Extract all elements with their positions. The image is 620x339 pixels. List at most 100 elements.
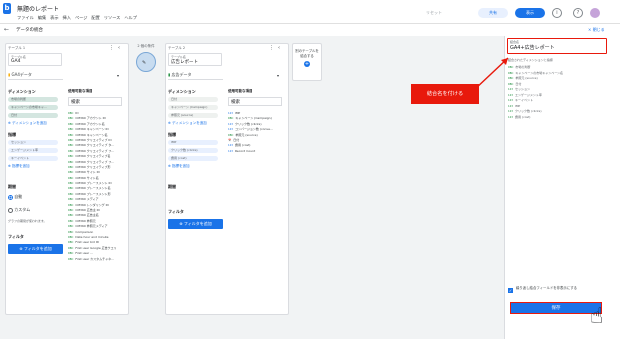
add-filter-label: フィルタを追加 [23, 246, 52, 251]
add-metric-link[interactable]: ⊕ 指標を追加 [8, 164, 30, 169]
share-button[interactable]: 共有 [478, 8, 508, 18]
add-metric-label: 指標を追加 [172, 164, 190, 168]
menu-insert[interactable]: 挿入 [63, 15, 71, 21]
table2-filter-title: フィルタ [168, 209, 184, 214]
save-button[interactable]: 保存 [510, 302, 602, 314]
menu-bar: ファイル 編集 表示 挿入 ページ 配置 リソース ヘルプ [17, 15, 137, 21]
menu-resource[interactable]: リソース [104, 15, 121, 21]
radio-on-icon [8, 194, 13, 200]
table1-metric-chip[interactable]: キーイベント [8, 156, 58, 161]
add-filter-label: フィルタを追加 [183, 221, 212, 226]
table1-metric-chip[interactable]: セッション [8, 140, 58, 145]
table1-field-list: RBC ID RBC CM360 アカウント ID RBC CM360 アカウント名 … [68, 111, 125, 262]
back-arrow-icon[interactable]: ← [4, 26, 9, 33]
auto-range-radio[interactable]: 自動 [8, 194, 22, 200]
close-button[interactable]: × 閉じる [588, 27, 605, 33]
chevron-down-icon[interactable]: ▾ [277, 73, 279, 78]
add-dimension-link[interactable]: ⊕ ディメンションを追加 [168, 121, 207, 126]
sheet-icon: ▮ [168, 72, 171, 77]
blend-field-list: RBC 市場の判断 RBC キャンペーンの市場キャンペーン名 RBC 参照元 (sou… [508, 65, 563, 120]
annotation-callout: 結合名を付ける [411, 84, 479, 104]
add-dimension-label: ディメンションを追加 [12, 121, 47, 125]
range-note: グラフの期間が使われます。 [8, 219, 47, 223]
table2-dims-title: ディメンション [168, 89, 196, 94]
table1-filter-title: フィルタ [8, 234, 24, 239]
blend-name-field[interactable]: 結合名 GA4+広告レポート [507, 38, 607, 54]
collapse-icon[interactable]: ‹ [278, 45, 280, 51]
table1-name-value: GA4 [11, 59, 21, 64]
report-title[interactable]: 無題のレポート [17, 4, 59, 13]
collapse-icon[interactable]: ‹ [118, 45, 120, 51]
table2-search-input[interactable]: 検索 [228, 97, 282, 106]
add-dimension-label: ディメンションを追加 [172, 121, 207, 125]
table1-range-title: 期間 [8, 184, 16, 189]
table2-name-value: 広告レポート [171, 60, 198, 65]
table1-metrics-title: 指標 [8, 132, 16, 137]
table1-header: テーブル 1 [8, 46, 26, 50]
avatar[interactable] [590, 8, 600, 18]
more-menu-icon[interactable]: ⋮ [109, 45, 114, 51]
table2-add-filter-button[interactable]: ⊕ フィルタを追加 [168, 219, 223, 229]
list-item[interactable]: RBC First user カスタムチャネ... [68, 257, 125, 262]
table1-source-select[interactable]: ▮ GA4データ [8, 72, 63, 80]
chart-icon: ▮ [8, 72, 11, 77]
table2-header: テーブル 2 [168, 46, 186, 50]
add-table-label: 別のテーブルを結合する [295, 49, 319, 58]
help-icon[interactable]: ? [573, 8, 583, 18]
table1-add-filter-button[interactable]: ⊕ フィルタを追加 [8, 244, 63, 254]
menu-page[interactable]: ページ [75, 15, 87, 21]
radio-off-icon [8, 207, 13, 213]
table2-name-field[interactable]: テーブル名 広告レポート [168, 53, 222, 66]
hide-repeated-checkbox[interactable]: ✓ [508, 288, 513, 293]
custom-label: カスタム [14, 207, 31, 212]
looker-studio-logo[interactable]: b [3, 3, 11, 14]
add-table-icon[interactable]: + [304, 61, 310, 67]
table2-available-title: 使用可能な項目 [228, 89, 253, 93]
table2-source-label: 広告データ [171, 72, 192, 77]
table2-source-select[interactable]: ▮ 広告データ [168, 72, 223, 80]
edit-icon[interactable]: ✎ [142, 60, 146, 66]
table2-field-list: 123 IMP RBC キャンペーン (Campaign) 123 クリック数 (cl… [228, 111, 285, 154]
more-menu-icon[interactable]: ⋮ [269, 45, 274, 51]
table2-metric-chip[interactable]: 費用 (cost) [168, 156, 218, 161]
blend-fields-header: 結合されたディメンションと指標 [508, 58, 553, 62]
table2-panel [165, 43, 289, 315]
table1-dims-title: ディメンション [8, 89, 36, 94]
table2-metrics-title: 指標 [168, 132, 176, 137]
add-metric-label: 指標を追加 [12, 164, 30, 168]
custom-range-radio[interactable]: カスタム [8, 207, 30, 213]
table2-dim-chip[interactable]: キャンペーン (Campaign) [168, 105, 218, 110]
table2-dim-chip[interactable]: 日付 [168, 97, 218, 102]
table2-dim-chip[interactable]: 参照元 (source) [168, 113, 218, 118]
view-button[interactable]: 表示 [515, 8, 545, 18]
blend-name-value: GA4+広告レポート [510, 45, 555, 51]
page-title: データの統合 [16, 28, 43, 33]
table2-range-title: 期間 [168, 184, 176, 189]
table1-available-title: 使用可能な項目 [68, 89, 93, 93]
menu-arrange[interactable]: 配置 [91, 15, 99, 21]
table1-source-label: GA4データ [11, 72, 32, 77]
pointer-hand-icon: ☝ [590, 304, 604, 329]
menu-view[interactable]: 表示 [50, 15, 58, 21]
menu-file[interactable]: ファイル [17, 15, 34, 21]
hide-repeated-label: 繰り返し結合フィールドを非表示にする [516, 286, 577, 290]
table1-dim-chip[interactable]: 市場の判断 [8, 97, 58, 102]
chevron-down-icon[interactable]: ▾ [117, 73, 119, 78]
table2-metric-chip[interactable]: クリック数 (clicks) [168, 148, 218, 153]
auto-label: 自動 [14, 194, 23, 199]
menu-help[interactable]: ヘルプ [124, 15, 137, 21]
reset-button[interactable]: リセット [426, 10, 442, 16]
table2-metric-chip[interactable]: IMP [168, 140, 218, 145]
menu-edit[interactable]: 編集 [38, 15, 46, 21]
add-metric-link[interactable]: ⊕ 指標を追加 [168, 164, 190, 169]
add-table-card[interactable]: 別のテーブルを結合する + [292, 43, 322, 81]
join-condition-label: 2 個の条件 [137, 44, 155, 48]
table1-dim-chip[interactable]: キャンペーンの市場キャ... [8, 105, 58, 110]
table1-name-field[interactable]: テーブル名 GA4 [8, 53, 62, 66]
info-icon[interactable]: i [552, 8, 562, 18]
list-item[interactable]: 123 Record Count [228, 149, 285, 154]
table1-metric-chip[interactable]: エンゲージメント率 [8, 148, 58, 153]
table1-dim-chip[interactable]: 日付 [8, 113, 58, 118]
table1-search-input[interactable]: 検索 [68, 97, 122, 106]
add-dimension-link[interactable]: ⊕ ディメンションを追加 [8, 121, 47, 126]
